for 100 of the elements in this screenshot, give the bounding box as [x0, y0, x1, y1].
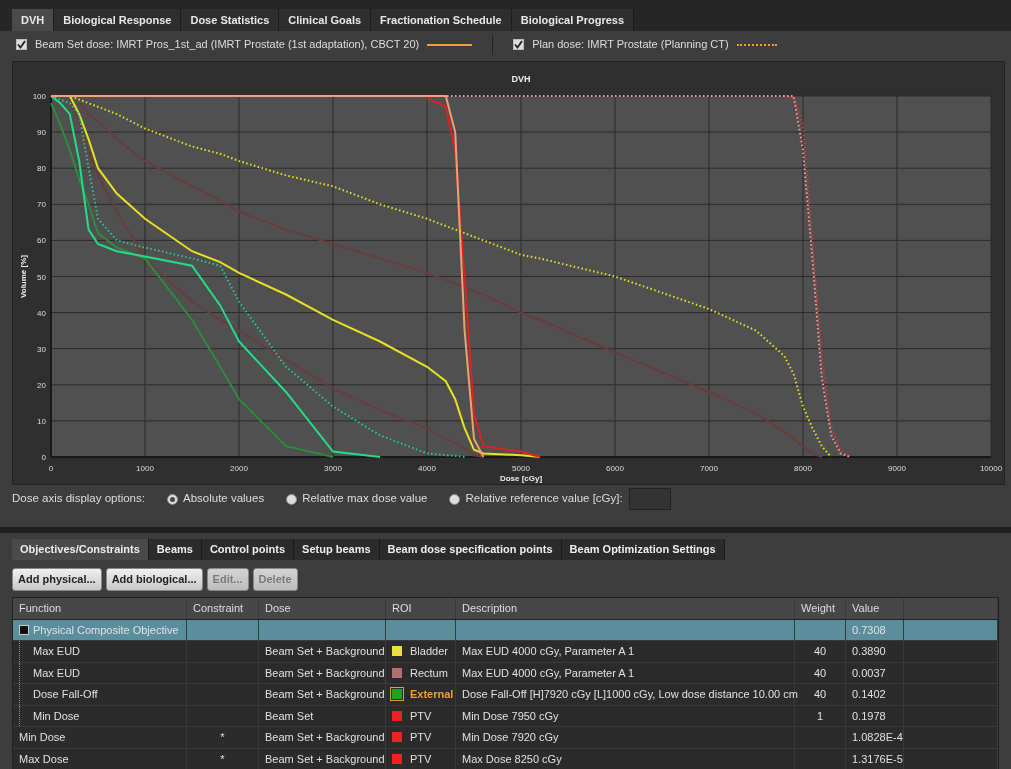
column-header[interactable]: Constraint — [187, 597, 259, 619]
table-cell-text: Min Dose 7920 cGy — [462, 730, 559, 745]
chart-title: DVH — [511, 74, 531, 84]
table-cell-text: Beam Set + Background — [265, 687, 385, 702]
table-cell-text: 0.1978 — [852, 708, 886, 724]
tab[interactable]: Biological Progress — [511, 9, 634, 31]
table-cell-text: Beam Set + Background — [265, 730, 385, 745]
column-header[interactable]: ROI — [386, 597, 456, 619]
table-cell-text: 40 — [813, 665, 827, 681]
column-header[interactable]: Dose — [259, 597, 386, 619]
table-cell-text: * — [220, 730, 225, 745]
table-cell-text: Max EUD — [33, 644, 81, 659]
table-row[interactable]: Max Dose * Beam Set + Background PTV Max Dose 8250 cGy 1.3176E-5 — [13, 748, 998, 769]
tick-label: 9000 — [888, 464, 906, 473]
table-cell-text: Dose Fall-Off — [33, 687, 98, 702]
radio-button[interactable] — [449, 493, 461, 505]
reference-value-field[interactable] — [628, 488, 671, 510]
table-cell-text: * — [220, 751, 225, 767]
axis-title: Dose [cGy] — [499, 474, 543, 483]
tick-label: 80 — [37, 164, 46, 174]
radio-button[interactable] — [286, 493, 298, 505]
tick-label: 7000 — [700, 464, 718, 473]
table-cell-text: Min Dose 7950 cGy — [462, 708, 559, 724]
table-cell-text: Bladder — [410, 644, 448, 659]
tab[interactable]: Biological Response — [54, 9, 182, 31]
tick-label: 50 — [37, 272, 46, 282]
tab[interactable]: Beam Optimization Settings — [561, 539, 725, 560]
tick-label: 2000 — [230, 464, 248, 473]
table-cell-text: Beam Set + Background — [265, 751, 385, 767]
checkbox[interactable] — [16, 39, 27, 50]
table-cell-text: Beam Set + Background — [265, 644, 385, 659]
tab[interactable]: Fractionation Schedule — [371, 9, 512, 31]
action-button[interactable]: Add biological... — [105, 568, 203, 591]
tab[interactable]: Beams — [148, 539, 202, 560]
tick-label: 0 — [48, 464, 54, 473]
tab[interactable]: Setup beams — [294, 539, 380, 560]
table-row[interactable]: Min Dose Beam Set PTV Min Dose 7950 cGy 1 0.1978 — [13, 705, 998, 727]
tick-label: 4000 — [418, 464, 436, 473]
table-cell-text: Max EUD 4000 cGy, Parameter A 1 — [462, 644, 635, 659]
tick-label: 0 — [41, 453, 46, 462]
table-row[interactable]: Min Dose * Beam Set + Background PTV Min Dose 7920 cGy 1.0828E-4 — [13, 727, 998, 749]
table-cell-text: Min Dose — [33, 708, 80, 724]
table-cell-text: Max Dose — [19, 751, 69, 767]
tick-label: 20 — [37, 380, 46, 390]
table-cell-text: Min Dose — [19, 730, 66, 745]
table-cell-text: 0.1402 — [852, 687, 886, 702]
column-header[interactable]: Weight — [795, 597, 846, 619]
tick-label: 60 — [37, 236, 46, 246]
tab[interactable]: Clinical Goals — [279, 9, 372, 31]
table-cell-text: Max Dose 8250 cGy — [462, 751, 562, 767]
table-row[interactable]: Dose Fall-Off Beam Set + Background External Dose Fall-Off [H]7920 cGy [L]1000 cGy, Low dose distance 10.00 cm 40 0.1402 — [13, 684, 998, 706]
tick-label: 6000 — [606, 464, 624, 473]
table-cell-text: Max EUD — [33, 665, 81, 681]
radio-label[interactable]: Relative max dose value — [302, 490, 428, 508]
tick-label: 8000 — [794, 464, 812, 473]
tick-label: 100 — [32, 92, 46, 101]
table-cell-text: 40 — [813, 687, 827, 702]
checkbox[interactable] — [513, 39, 525, 50]
table-cell-text: 0.7308 — [852, 622, 886, 638]
options-label: Dose axis display options: — [12, 491, 145, 507]
tab[interactable]: Control points — [201, 539, 295, 560]
tick-label: 10000 — [979, 464, 1003, 473]
table-cell-text: PTV — [410, 708, 432, 724]
table-cell-text: 40 — [813, 644, 827, 659]
radio-label[interactable]: Absolute values — [182, 490, 265, 508]
action-button[interactable]: Add physical... — [12, 568, 102, 591]
radio-label[interactable]: Relative reference value [cGy]: — [465, 490, 623, 508]
checkbox-label: Plan dose: IMRT Prostate (Planning CT) — [532, 37, 729, 53]
table-cell-text: Physical Composite Objective — [33, 622, 179, 638]
table-cell-text: PTV — [410, 751, 432, 767]
tick-label: 70 — [37, 200, 46, 210]
checkbox-label: Beam Set dose: IMRT Pros_1st_ad (IMRT Prostate (1st adaptation), CBCT 20) — [35, 37, 420, 53]
table-cell-text: 0.0037 — [852, 665, 886, 681]
table-row[interactable]: Max EUD Beam Set + Background Rectum Max EUD 4000 cGy, Parameter A 1 40 0.0037 — [13, 662, 998, 684]
column-header[interactable]: Description — [456, 597, 795, 619]
table-cell-text: 1 — [816, 708, 824, 724]
axis-title: Volume [%] — [19, 255, 28, 298]
tick-label: 90 — [37, 128, 46, 138]
tick-label: 40 — [37, 308, 46, 318]
column-header[interactable]: Function — [13, 597, 187, 619]
table-cell-text: Dose Fall-Off [H]7920 cGy [L]1000 cGy, Low dose distance 10.00 cm — [462, 687, 798, 702]
tick-label: 10 — [37, 416, 46, 426]
table-cell-text: 1.3176E-5 — [852, 751, 903, 767]
table-cell-text: PTV — [410, 730, 432, 745]
table-cell-text: Max EUD 4000 cGy, Parameter A 1 — [462, 665, 635, 681]
table-cell-text: 1.0828E-4 — [852, 730, 903, 745]
tick-label: 5000 — [512, 464, 530, 473]
column-header[interactable]: Value — [846, 597, 904, 619]
tab[interactable]: DVH — [12, 9, 55, 31]
table-cell-text: Beam Set — [265, 708, 314, 724]
radio-button[interactable] — [166, 493, 178, 505]
tab[interactable]: Objectives/Constraints — [12, 539, 149, 560]
table-row[interactable]: Max EUD Beam Set + Background Bladder Max EUD 4000 cGy, Parameter A 1 40 0.3890 — [13, 641, 998, 663]
table-cell-text: Beam Set + Background — [265, 665, 385, 681]
collapse-icon[interactable] — [19, 624, 29, 635]
tab[interactable]: Beam dose specification points — [379, 539, 562, 560]
tick-label: 3000 — [324, 464, 342, 473]
tab[interactable]: Dose Statistics — [181, 9, 280, 31]
table-cell-text: Rectum — [410, 665, 448, 681]
tick-label: 30 — [37, 344, 46, 354]
